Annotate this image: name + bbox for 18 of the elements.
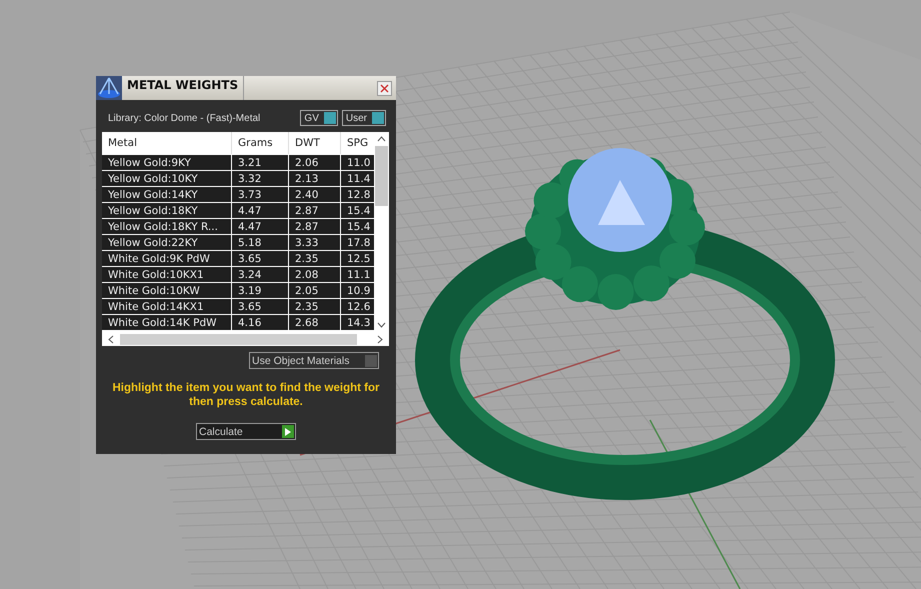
- play-icon: [285, 428, 291, 436]
- toggle-button[interactable]: GV: [300, 110, 338, 126]
- library-label: Library: Color Dome - (Fast)-Metal: [108, 112, 260, 124]
- table-cell: White Gold:14K PdW: [102, 315, 232, 330]
- calculate-button[interactable]: Calculate: [196, 423, 296, 440]
- panel-title: METAL WEIGHTS: [126, 77, 240, 92]
- cone-logo-icon: [96, 76, 122, 100]
- close-button[interactable]: [377, 80, 392, 96]
- scroll-up-icon: [377, 136, 386, 142]
- scroll-left-icon: [108, 334, 114, 344]
- scroll-right-icon: [377, 334, 383, 344]
- table-cell: 2.68: [289, 315, 341, 330]
- use-object-materials-toggle[interactable]: Use Object Materials: [249, 352, 379, 369]
- scroll-down-icon: [377, 322, 386, 328]
- table-cell: 4.16: [232, 315, 289, 330]
- close-icon: [380, 84, 389, 92]
- instruction-text: Highlight the item you want to find the weight for then press calculate.: [111, 381, 381, 409]
- toggle-button[interactable]: User: [342, 110, 386, 126]
